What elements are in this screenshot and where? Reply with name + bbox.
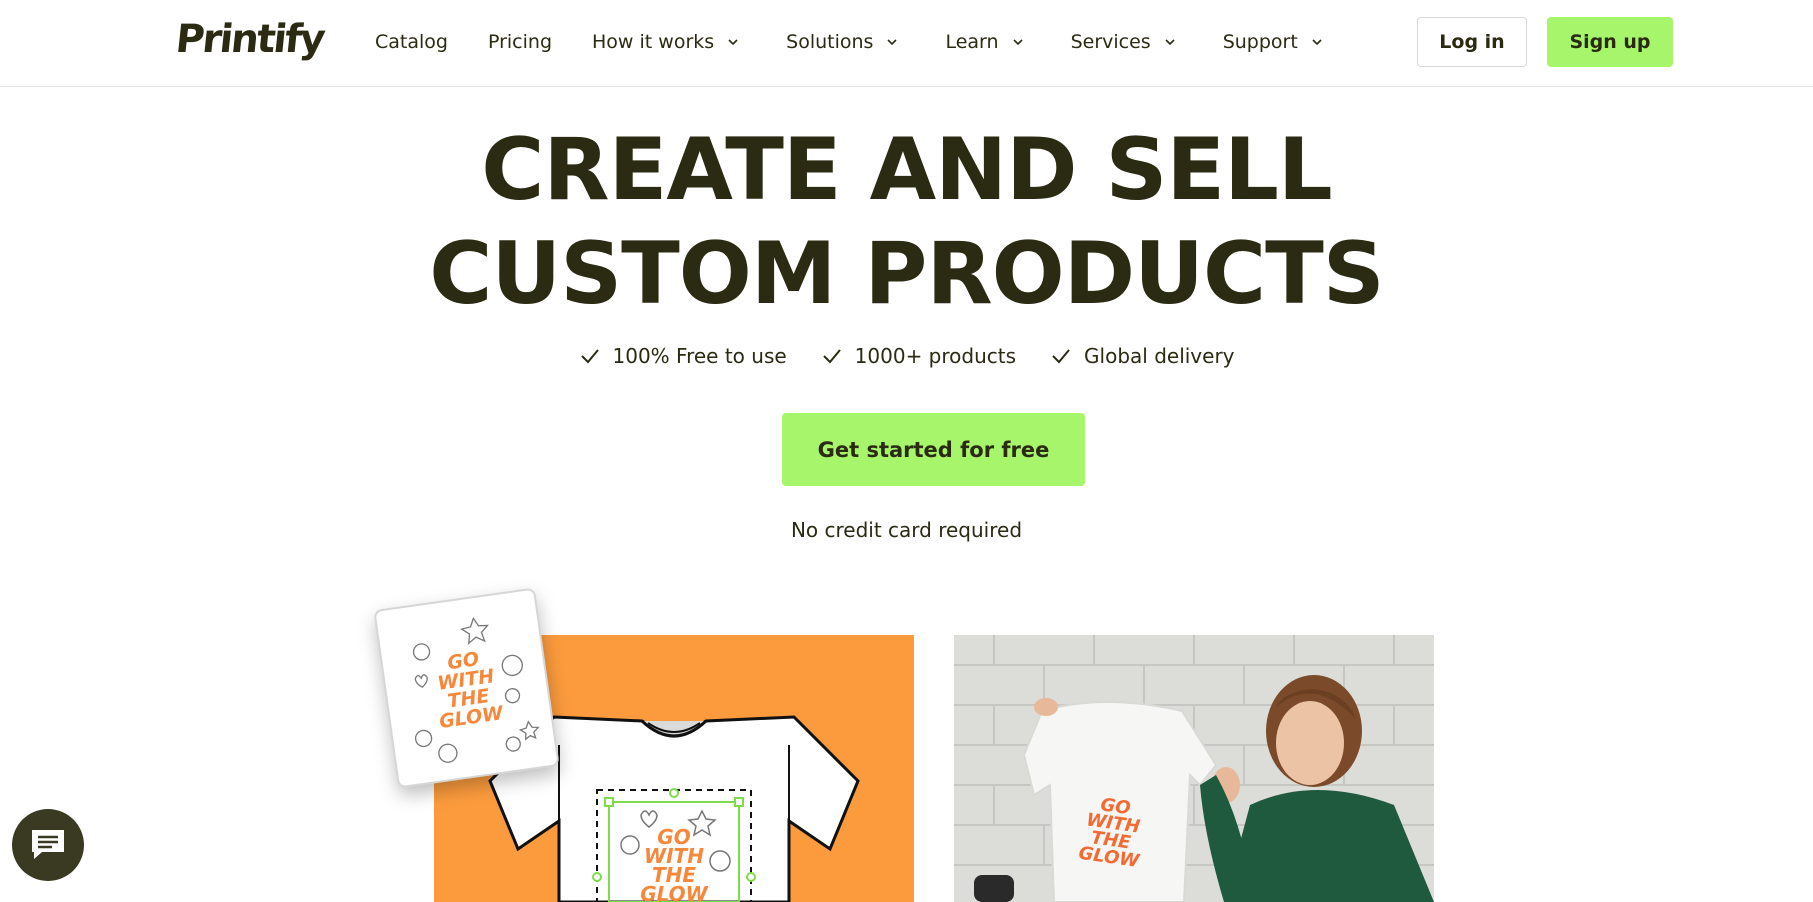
nav-item-label: Services — [1070, 31, 1151, 53]
chevron-down-icon — [1013, 39, 1023, 46]
nav-item-catalog[interactable]: Catalog — [375, 31, 448, 53]
feature-label: 100% Free to use — [612, 344, 787, 368]
chat-button[interactable] — [12, 809, 84, 881]
chevron-down-icon — [728, 39, 738, 46]
nav-item-label: Catalog — [375, 31, 448, 53]
product-photo-image: GO WITH THE GLOW — [954, 635, 1434, 902]
shirt-design-text: GO WITH THE GLOW — [637, 827, 711, 902]
nav-item-label: How it works — [592, 31, 715, 53]
login-button[interactable]: Log in — [1417, 17, 1527, 67]
nav-item-label: Support — [1222, 31, 1298, 53]
printify-logo[interactable]: Printify — [174, 17, 326, 62]
design-word: GLOW — [640, 882, 708, 902]
feature-label: Global delivery — [1084, 344, 1235, 368]
chevron-down-icon — [1165, 39, 1175, 46]
signup-button[interactable]: Sign up — [1547, 17, 1673, 67]
main-nav: Catalog Pricing How it works Solutions L… — [375, 27, 1322, 57]
sticker-design-text: GO WITH THE GLOW — [426, 647, 508, 733]
feature-label: 1000+ products — [854, 344, 1017, 368]
chevron-down-icon — [1312, 39, 1322, 46]
nav-item-how-it-works[interactable]: How it works — [592, 31, 738, 53]
check-icon — [580, 349, 599, 364]
nav-item-support[interactable]: Support — [1223, 31, 1322, 53]
nav-item-label: Solutions — [786, 31, 874, 53]
feature-item: Global delivery — [1050, 344, 1235, 368]
hero-title-line-2: CUSTOM PRODUCTS — [429, 224, 1384, 324]
site-header: Printify Catalog Pricing How it works So… — [0, 0, 1813, 87]
feature-list: 100% Free to use 1000+ products Global d… — [0, 344, 1813, 368]
nav-item-solutions[interactable]: Solutions — [786, 31, 898, 53]
nav-item-label: Learn — [945, 31, 999, 53]
chevron-down-icon — [887, 39, 898, 46]
photo-shirt-design-text: GO WITH THE GLOW — [1077, 794, 1147, 872]
hero-title: CREATE AND SELL CUSTOM PRODUCTS — [0, 118, 1813, 326]
nav-item-learn[interactable]: Learn — [945, 31, 1023, 53]
no-credit-card-note: No credit card required — [790, 518, 1023, 542]
nav-item-services[interactable]: Services — [1071, 31, 1175, 53]
nav-item-label: Pricing — [487, 31, 553, 53]
check-icon — [1052, 349, 1070, 364]
brick-wall-scene — [954, 635, 1434, 902]
feature-item: 1000+ products — [821, 344, 1016, 368]
get-started-button[interactable]: Get started for free — [782, 413, 1085, 486]
chat-bubble-icon — [32, 830, 64, 859]
nav-item-pricing[interactable]: Pricing — [488, 31, 552, 53]
design-sticker-card: GO WITH THE GLOW — [373, 587, 560, 789]
hero-title-line-1: CREATE AND SELL — [481, 120, 1332, 220]
check-icon — [822, 349, 841, 364]
feature-item: 100% Free to use — [579, 344, 787, 368]
